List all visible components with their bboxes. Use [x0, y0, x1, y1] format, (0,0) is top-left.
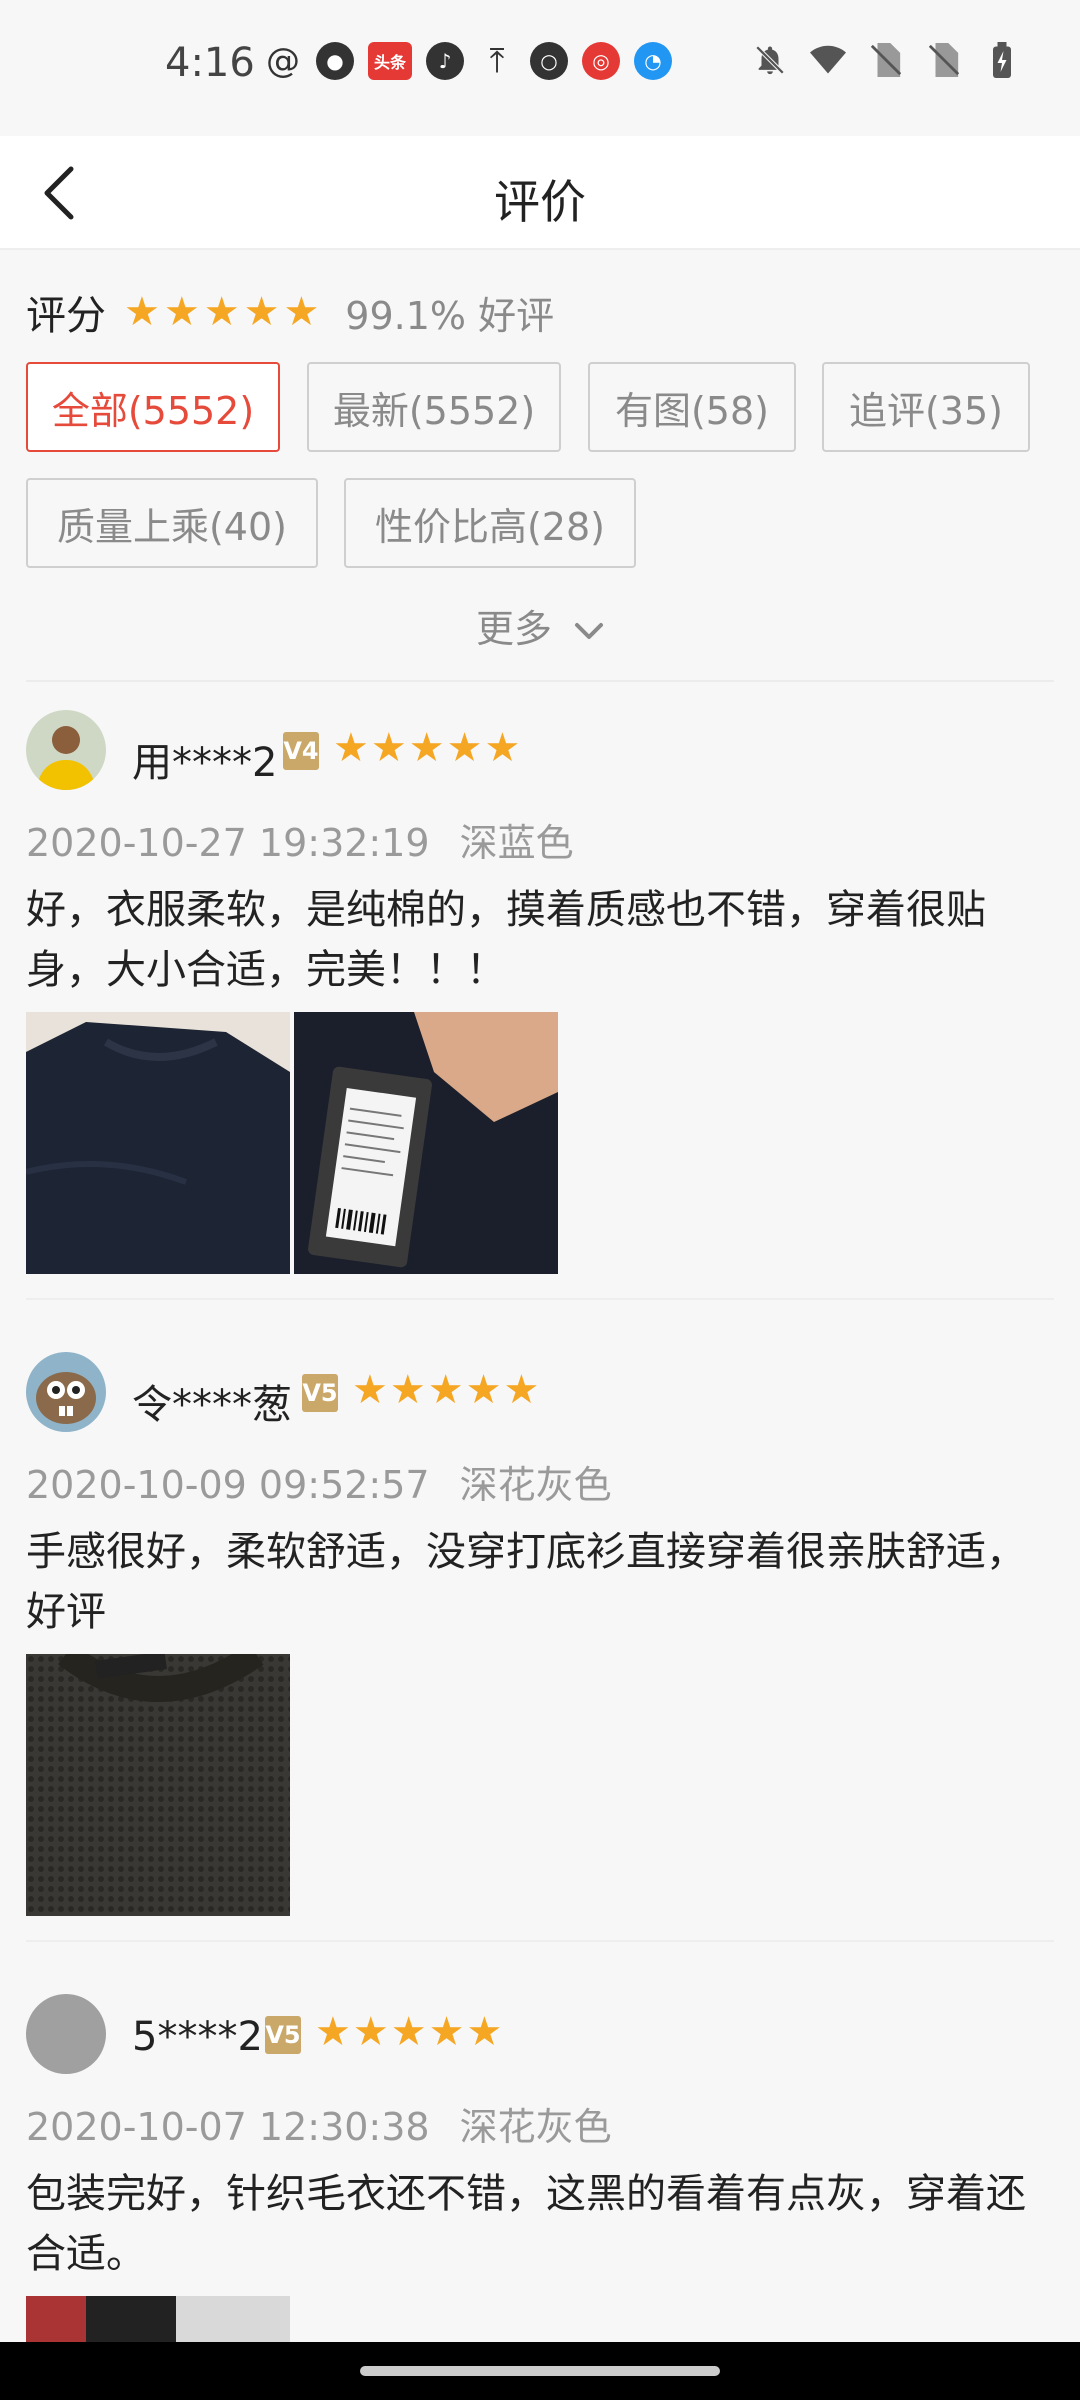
rating-summary: 评分 ★ ★ ★ ★ ★ 99.1% 好评: [26, 282, 554, 342]
filter-chip-value[interactable]: 性价比高(28): [344, 478, 636, 568]
star-icon: ★: [446, 725, 483, 771]
star-icon: ★: [243, 289, 280, 335]
review-meta: 2020-10-27 19:32:19 深蓝色: [26, 812, 574, 867]
star-icon: ★: [203, 289, 240, 335]
review-date: 2020-10-27 19:32:19: [26, 821, 430, 865]
review-variant: 深花灰色: [459, 2105, 612, 2149]
review-text: 好，衣服柔软，是纯棉的，摸着质感也不错，穿着很贴身，大小合适，完美！！！: [26, 887, 986, 993]
member-level-badge: V4: [283, 732, 319, 770]
avatar[interactable]: [26, 1994, 106, 2074]
star-icon: ★: [484, 725, 521, 771]
review-text: 包装完好，针织毛衣还不错，这黑的看着有点灰，穿着还合适。: [26, 2171, 1026, 2277]
star-icon: ★: [163, 289, 200, 335]
star-icon: ★: [370, 725, 407, 771]
divider: [26, 680, 1054, 682]
system-icons: [752, 42, 1020, 78]
page-title: 评价: [494, 175, 586, 229]
wifi-icon: [810, 42, 846, 78]
review-date: 2020-10-07 12:30:38: [26, 2105, 430, 2149]
rating-stars: ★ ★ ★ ★ ★: [124, 292, 319, 332]
notification-icons: @ ● 头条 ♪ ⤒ ○ ◎ ◔: [264, 41, 672, 81]
swirl-icon: @: [266, 41, 300, 81]
avatar[interactable]: [26, 710, 106, 790]
more-label: 更多: [475, 607, 552, 651]
filter-chip-with-photos[interactable]: 有图(58): [588, 362, 796, 452]
toutiao-icon: 头条: [368, 42, 412, 80]
chat-icon: ○: [530, 42, 568, 80]
netease-music-icon: ◎: [582, 42, 620, 80]
review-meta: 2020-10-07 12:30:38 深花灰色: [26, 2096, 612, 2151]
review-variant: 深蓝色: [459, 821, 574, 865]
rating-label: 评分: [26, 293, 106, 339]
reviewer-name: 令****葱: [132, 1382, 292, 1428]
upload-icon: ⤒: [489, 41, 505, 81]
star-icon: ★: [333, 725, 369, 771]
reviewer-name: 用****2: [132, 740, 278, 786]
review-stars: ★ ★ ★ ★ ★: [333, 728, 520, 768]
chevron-down-icon: [574, 607, 604, 651]
no-sim-icon: [868, 42, 904, 78]
star-icon: ★: [283, 289, 320, 335]
browser-icon: ◔: [634, 42, 672, 80]
star-icon: ★: [390, 2009, 427, 2055]
filter-chip-quality[interactable]: 质量上乘(40): [26, 478, 318, 568]
star-icon: ★: [465, 1367, 502, 1413]
filter-chip-all[interactable]: 全部(5552): [26, 362, 280, 452]
star-icon: ★: [408, 725, 445, 771]
status-time: 4:16: [165, 40, 255, 86]
no-sim-icon: [926, 42, 962, 78]
star-icon: ★: [466, 2009, 503, 2055]
member-level-badge: V5: [265, 2016, 301, 2054]
bell-off-icon: [752, 42, 788, 78]
star-icon: ★: [315, 2009, 351, 2055]
review-variant: 深花灰色: [459, 1463, 612, 1507]
battery-charging-icon: [984, 42, 1020, 78]
review-photo[interactable]: [26, 2296, 290, 2342]
star-icon: ★: [352, 1367, 388, 1413]
review-stars: ★ ★ ★ ★ ★: [352, 1370, 539, 1410]
system-nav-bar: [0, 2342, 1080, 2400]
member-level-badge: V5: [302, 1374, 338, 1412]
review-photo[interactable]: [26, 1012, 290, 1274]
review-photo[interactable]: [26, 1654, 290, 1916]
divider: [26, 1940, 1054, 1942]
review-date: 2020-10-09 09:52:57: [26, 1463, 430, 1507]
review-photo[interactable]: [294, 1012, 558, 1274]
star-icon: ★: [428, 2009, 465, 2055]
review-meta: 2020-10-09 09:52:57 深花灰色: [26, 1454, 612, 1509]
tiktok-icon: ♪: [426, 42, 464, 80]
ghost-icon: ●: [316, 42, 354, 80]
star-icon: ★: [503, 1367, 540, 1413]
filter-chip-latest[interactable]: 最新(5552): [307, 362, 561, 452]
star-icon: ★: [352, 2009, 389, 2055]
more-filters-button[interactable]: 更多: [0, 598, 1080, 653]
star-icon: ★: [389, 1367, 426, 1413]
home-handle[interactable]: [360, 2366, 720, 2376]
divider: [26, 1298, 1054, 1300]
review-stars: ★ ★ ★ ★ ★: [315, 2012, 502, 2052]
reviewer-name: 5****2: [132, 2014, 263, 2060]
star-icon: ★: [427, 1367, 464, 1413]
status-bar: 4:16 @ ● 头条 ♪ ⤒ ○ ◎ ◔: [0, 0, 1080, 136]
filter-chip-follow-up[interactable]: 追评(35): [822, 362, 1030, 452]
star-icon: ★: [124, 289, 160, 335]
avatar[interactable]: [26, 1352, 106, 1432]
review-text: 手感很好，柔软舒适，没穿打底衫直接穿着很亲肤舒适，好评: [26, 1529, 1026, 1635]
good-rate: 99.1% 好评: [345, 293, 555, 338]
app-header: 评价: [0, 136, 1080, 250]
